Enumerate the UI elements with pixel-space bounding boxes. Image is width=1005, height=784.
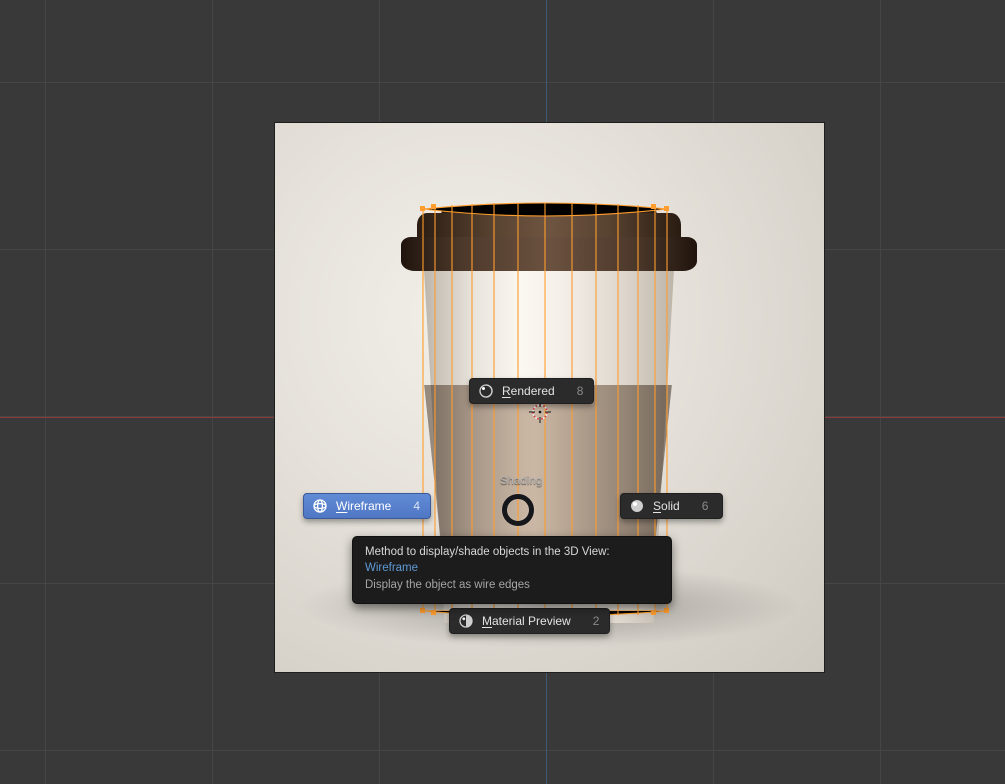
pie-item-label: Wireframe bbox=[336, 499, 391, 513]
pie-item-label: Rendered bbox=[502, 384, 555, 398]
pie-item-shortcut: 8 bbox=[577, 384, 584, 398]
solid-shading-icon bbox=[629, 498, 645, 514]
pie-item-label: Material Preview bbox=[482, 614, 571, 628]
pie-item-label: Solid bbox=[653, 499, 680, 513]
tooltip: Method to display/shade objects in the 3… bbox=[352, 536, 672, 604]
pie-item-solid[interactable]: Solid 6 bbox=[620, 493, 723, 519]
wireframe-shading-icon bbox=[312, 498, 328, 514]
tooltip-line1-value: Wireframe bbox=[365, 562, 418, 574]
pie-item-material-preview[interactable]: Material Preview 2 bbox=[449, 608, 610, 634]
pie-menu-ring-icon bbox=[502, 494, 534, 526]
pie-item-shortcut: 2 bbox=[593, 614, 600, 628]
cup-lid-graphic bbox=[401, 213, 697, 271]
pie-menu-title: Shading bbox=[500, 475, 542, 487]
material-preview-icon bbox=[458, 613, 474, 629]
rendered-shading-icon bbox=[478, 383, 494, 399]
pie-item-wireframe[interactable]: Wireframe 4 bbox=[303, 493, 431, 519]
tooltip-line1-prefix: Method to display/shade objects in the 3… bbox=[365, 546, 610, 558]
3d-cursor-icon bbox=[529, 401, 551, 423]
tooltip-line2: Display the object as wire edges bbox=[365, 578, 659, 594]
pie-item-shortcut: 6 bbox=[702, 499, 709, 513]
pie-item-rendered[interactable]: Rendered 8 bbox=[469, 378, 594, 404]
pie-item-shortcut: 4 bbox=[413, 499, 420, 513]
